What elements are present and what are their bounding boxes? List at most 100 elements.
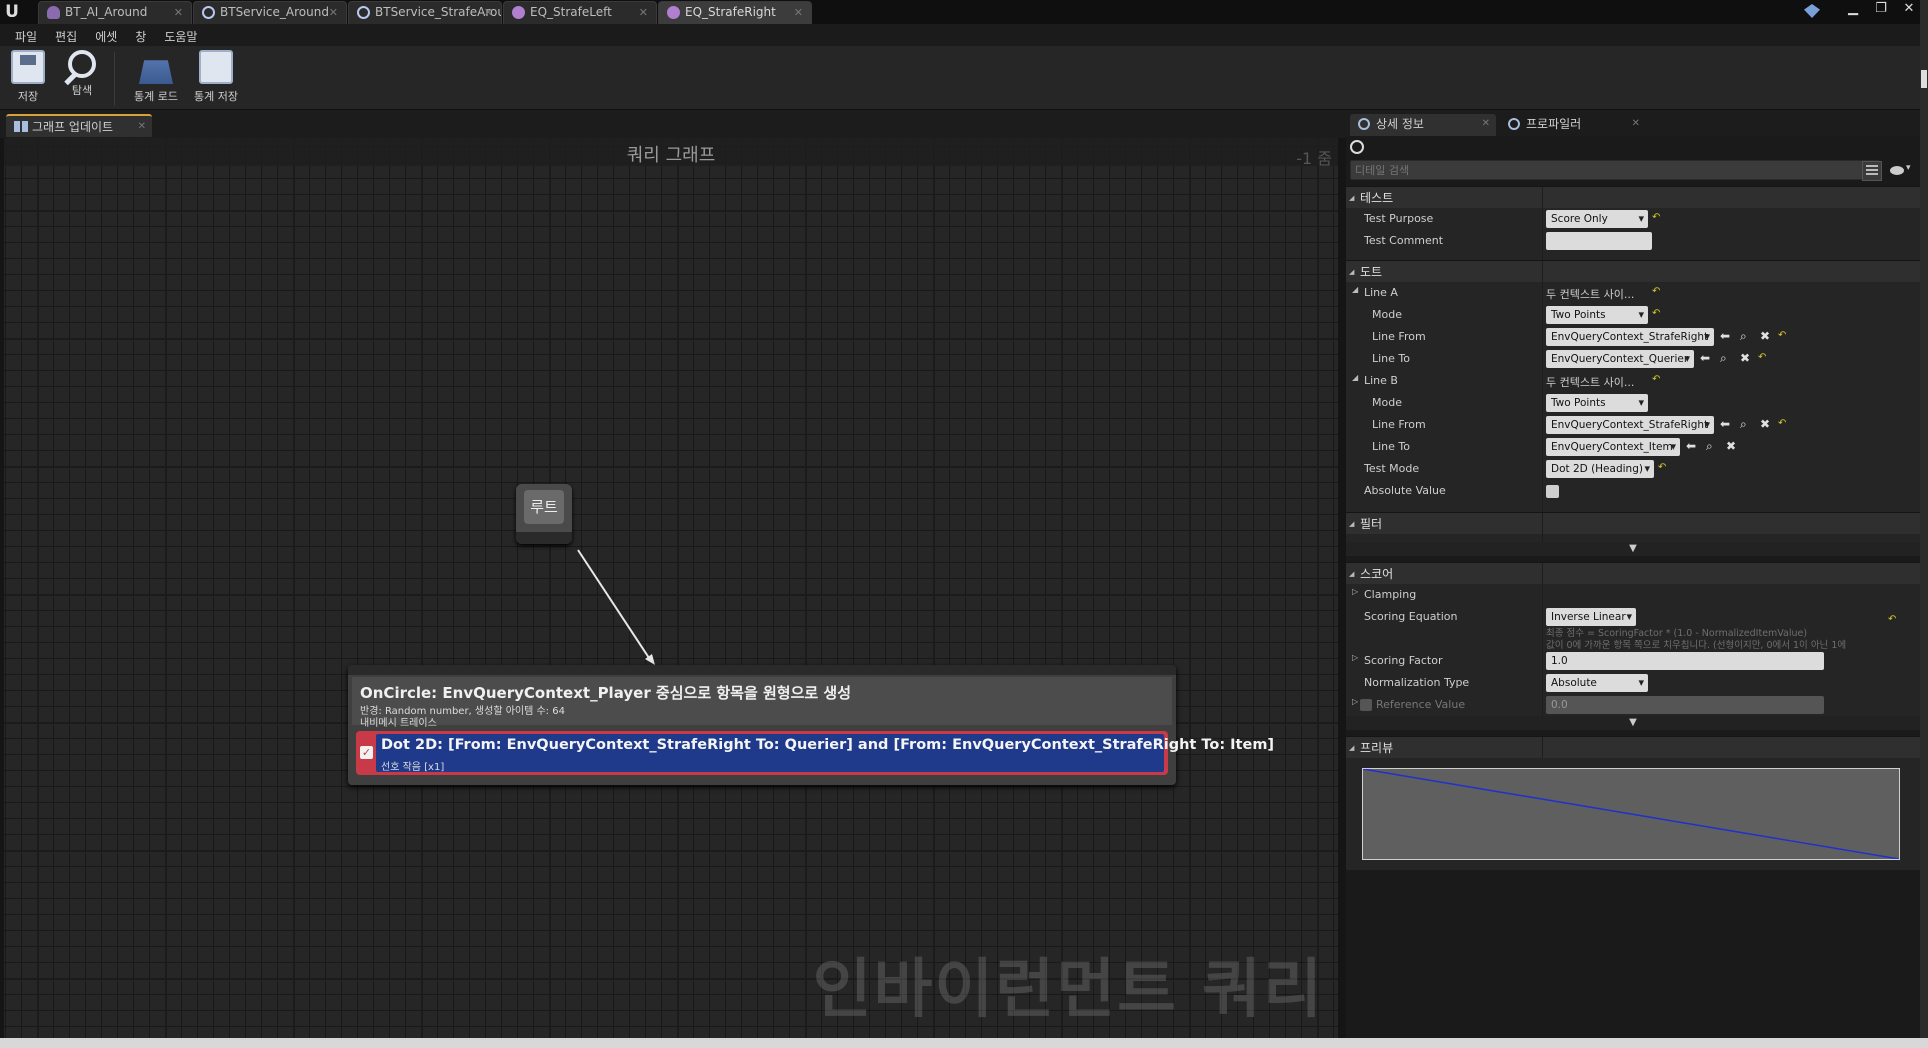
test-mode-combo[interactable]: Dot 2D (Heading) xyxy=(1546,460,1654,478)
details-search-input[interactable] xyxy=(1350,160,1880,180)
reset-arrow-icon[interactable]: ↶ xyxy=(1652,308,1662,320)
scoring-factor-label: Scoring Factor xyxy=(1364,654,1443,667)
expand-arrow-icon[interactable]: ◢ xyxy=(1352,373,1358,382)
line-b-mode-combo[interactable]: Two Points xyxy=(1546,394,1648,412)
menu-asset[interactable]: 에셋 xyxy=(86,24,126,46)
use-selected-arrow-icon[interactable]: ⬅ xyxy=(1686,439,1696,453)
scoring-factor-field[interactable]: 1.0 xyxy=(1546,652,1824,670)
save-stats-button[interactable]: 통계 저장 xyxy=(188,50,244,110)
maximize-button[interactable]: ❐ xyxy=(1868,0,1894,18)
minimize-button[interactable]: ▁ xyxy=(1840,0,1866,18)
tab-bt-ai-around[interactable]: BT_AI_Around ✕ xyxy=(38,1,192,24)
menu-file[interactable]: 파일 xyxy=(6,24,46,46)
reset-arrow-icon[interactable]: ↶ xyxy=(1778,418,1788,430)
clear-x-icon[interactable]: ✖ xyxy=(1760,417,1770,431)
close-icon[interactable]: ✕ xyxy=(639,2,648,23)
show-advanced-button[interactable]: ▼ xyxy=(1346,542,1920,556)
browse-magnifier-icon[interactable]: ⌕ xyxy=(1740,417,1747,432)
root-node[interactable]: 루트 xyxy=(516,484,572,544)
close-icon[interactable]: ✕ xyxy=(329,2,338,23)
browse-magnifier-icon[interactable]: ⌕ xyxy=(1706,439,1713,454)
line-a-to-combo[interactable]: EnvQueryContext_Querier xyxy=(1546,350,1694,368)
menu-help[interactable]: 도움말 xyxy=(155,24,206,46)
browse-magnifier-icon[interactable]: ⌕ xyxy=(1720,351,1727,366)
expand-arrow-icon[interactable]: ◢ xyxy=(1352,285,1358,294)
generator-input-pin[interactable] xyxy=(348,665,1176,675)
close-icon[interactable]: ✕ xyxy=(138,116,146,138)
line-b-to-combo[interactable]: EnvQueryContext_Item xyxy=(1546,438,1680,456)
category-score[interactable]: 스코어 xyxy=(1346,562,1920,585)
reset-arrow-icon[interactable]: ↶ xyxy=(1778,330,1788,342)
generator-node[interactable]: OnCircle: EnvQueryContext_Player 중심으로 항목… xyxy=(348,665,1274,785)
line-a-mode-combo[interactable]: Two Points xyxy=(1546,306,1648,324)
reference-value-checkbox[interactable] xyxy=(1360,699,1372,711)
dot-test-node[interactable]: ✓ Dot 2D: [From: EnvQueryContext_StrafeR… xyxy=(356,731,1274,775)
line-to-label: Line To xyxy=(1372,352,1411,365)
tab-details[interactable]: 상세 정보 ✕ xyxy=(1350,114,1496,136)
menu-edit[interactable]: 편집 xyxy=(46,24,86,46)
test-title: Dot 2D: [From: EnvQueryContext_StrafeRig… xyxy=(381,737,1275,753)
eye-icon[interactable] xyxy=(1890,166,1904,175)
scoring-equation-combo[interactable]: Inverse Linear xyxy=(1546,608,1636,626)
query-graph-canvas[interactable]: 쿼리 그래프 -1 줌 루트 OnCircle: EnvQueryContext… xyxy=(4,138,1338,1038)
scoring-equation-label: Scoring Equation xyxy=(1364,610,1458,623)
absolute-value-checkbox[interactable] xyxy=(1546,485,1559,498)
reset-arrow-icon[interactable]: ↶ xyxy=(1652,212,1662,224)
root-output-pin[interactable] xyxy=(516,532,572,544)
graph-tab-strip: 그래프 업데이트 ✕ xyxy=(0,110,1346,138)
tab-eq-strafeleft[interactable]: EQ_StrafeLeft ✕ xyxy=(503,1,657,24)
close-icon[interactable]: ✕ xyxy=(174,2,183,23)
browse-button[interactable]: 탐색 xyxy=(60,50,104,110)
close-icon[interactable]: ✕ xyxy=(484,2,493,23)
tab-btservice-strafearound[interactable]: BTService_StrafeAround ✕ xyxy=(348,1,502,24)
reset-arrow-icon[interactable]: ↶ xyxy=(1652,286,1662,298)
category-preview[interactable]: 프리뷰 xyxy=(1346,736,1920,759)
reset-arrow-icon[interactable]: ↶ xyxy=(1658,462,1668,474)
line-b-from-combo[interactable]: EnvQueryContext_StrafeRight xyxy=(1546,416,1714,434)
save-button[interactable]: 저장 xyxy=(8,50,48,110)
expand-arrow-icon[interactable]: ▷ xyxy=(1352,653,1358,662)
clear-x-icon[interactable]: ✖ xyxy=(1760,329,1770,343)
category-filter[interactable]: 필터 xyxy=(1346,512,1920,535)
line-a-label: Line A xyxy=(1364,286,1398,299)
tab-graph-update[interactable]: 그래프 업데이트 ✕ xyxy=(6,114,152,137)
browse-magnifier-icon[interactable]: ⌕ xyxy=(1740,329,1747,344)
reset-arrow-icon[interactable]: ↶ xyxy=(1758,352,1768,364)
menu-window[interactable]: 창 xyxy=(126,24,155,46)
expand-arrow-icon[interactable]: ▷ xyxy=(1352,587,1358,596)
close-icon[interactable]: ✕ xyxy=(794,2,803,23)
score-preview-plot xyxy=(1362,768,1900,860)
use-selected-arrow-icon[interactable]: ⬅ xyxy=(1700,351,1710,365)
test-purpose-combo[interactable]: Score Only xyxy=(1546,210,1648,228)
close-icon[interactable]: ✕ xyxy=(1482,114,1490,134)
tab-eq-straferight[interactable]: EQ_StrafeRight ✕ xyxy=(658,1,812,24)
category-test[interactable]: 테스트 xyxy=(1346,186,1920,209)
close-icon[interactable]: ✕ xyxy=(1632,114,1640,134)
scrollbar-thumb[interactable] xyxy=(1921,70,1927,88)
reset-arrow-icon[interactable]: ↶ xyxy=(1888,614,1898,626)
property-matrix-button[interactable] xyxy=(1862,161,1882,181)
load-stats-button[interactable]: 통계 로드 xyxy=(128,50,184,110)
close-window-button[interactable]: ✕ xyxy=(1896,0,1922,18)
category-label: 필터 xyxy=(1360,517,1383,531)
show-advanced-button[interactable]: ▼ xyxy=(1346,716,1920,730)
chevron-down-icon[interactable]: ▾ xyxy=(1906,163,1911,173)
line-a-from-combo[interactable]: EnvQueryContext_StrafeRight xyxy=(1546,328,1714,346)
clear-x-icon[interactable]: ✖ xyxy=(1726,439,1736,453)
reset-arrow-icon[interactable]: ↶ xyxy=(1652,374,1662,386)
source-control-icon[interactable] xyxy=(1804,4,1820,18)
use-selected-arrow-icon[interactable]: ⬅ xyxy=(1720,329,1730,343)
clear-x-icon[interactable]: ✖ xyxy=(1740,351,1750,365)
expand-arrow-icon[interactable]: ▷ xyxy=(1352,697,1358,706)
category-dot[interactable]: 도트 xyxy=(1346,260,1920,283)
test-comment-field[interactable] xyxy=(1546,232,1652,250)
load-icon xyxy=(139,60,173,84)
normalization-type-combo[interactable]: Absolute xyxy=(1546,674,1648,692)
tab-label: BTService_Around xyxy=(220,5,329,19)
test-enabled-checkbox[interactable]: ✓ xyxy=(360,746,373,759)
window-scrollbar[interactable] xyxy=(1920,0,1928,1038)
reference-value-field[interactable]: 0.0 xyxy=(1546,696,1824,714)
use-selected-arrow-icon[interactable]: ⬅ xyxy=(1720,417,1730,431)
tab-btservice-around[interactable]: BTService_Around ✕ xyxy=(193,1,347,24)
tab-profiler[interactable]: 프로파일러 ✕ xyxy=(1500,114,1646,136)
